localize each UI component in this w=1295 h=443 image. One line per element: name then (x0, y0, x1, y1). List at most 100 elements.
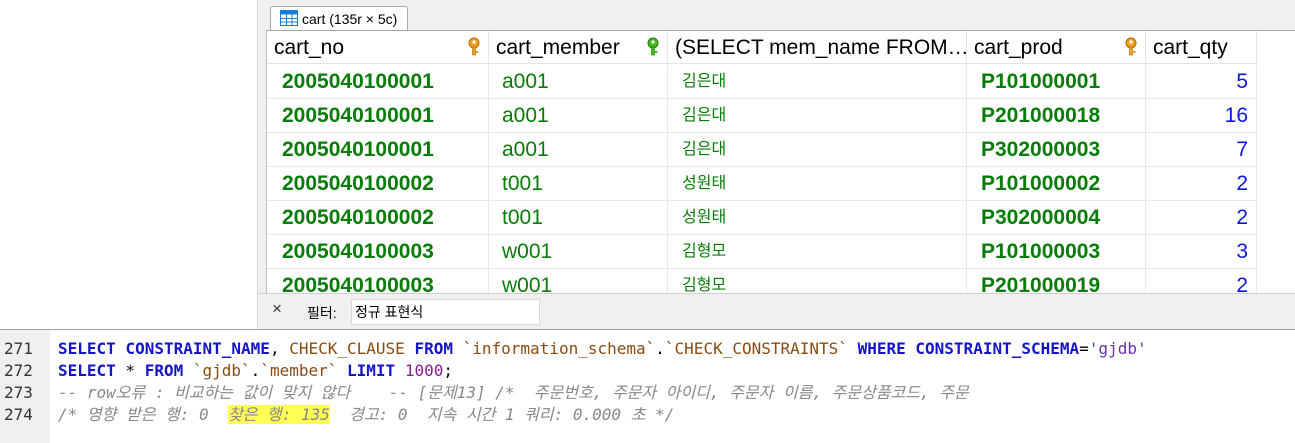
cell-cart-member[interactable]: w001 (489, 269, 668, 294)
column-header-cart-prod[interactable]: cart_prod (967, 31, 1146, 64)
cell-cart-qty[interactable]: 2 (1146, 201, 1257, 235)
cell-mem-name[interactable]: 김은대 (668, 65, 967, 99)
cell-cart-prod[interactable]: P101000002 (967, 167, 1146, 201)
column-header-label: cart_no (274, 36, 345, 59)
code-token: /* 영향 받은 행: 0 (58, 405, 228, 424)
line-number: 274 (4, 405, 33, 424)
code-line[interactable]: 274 /* 영향 받은 행: 0 찾은 행: 135 경고: 0 지속 시간 1… (0, 404, 1295, 426)
code-text: /* 영향 받은 행: 0 찾은 행: 135 경고: 0 지속 시간 1 쿼리… (58, 404, 674, 426)
filter-input[interactable] (351, 299, 540, 325)
code-token: `member` (260, 361, 338, 380)
column-header-label: cart_qty (1153, 36, 1228, 59)
cell-cart-no[interactable]: 2005040100001 (267, 65, 489, 99)
result-grid[interactable]: cart_no cart_member (SELECT mem_name FRO… (266, 30, 1295, 294)
close-filter-icon[interactable]: × (272, 299, 282, 319)
column-header-cart-qty[interactable]: cart_qty (1146, 31, 1257, 64)
cell-cart-member[interactable]: t001 (489, 167, 668, 201)
cell-cart-member[interactable]: w001 (489, 235, 668, 269)
code-token: 'gjdb' (1088, 339, 1147, 358)
highlighted-rows-found: 찾은 행: 135 (227, 405, 330, 424)
code-token: . (655, 339, 665, 358)
column-header-cart-member[interactable]: cart_member (489, 31, 668, 64)
code-line[interactable]: 271 SELECT CONSTRAINT_NAME, CHECK_CLAUSE … (0, 338, 1295, 360)
code-token: LIMIT (347, 361, 396, 380)
code-token: CONSTRAINT_NAME (125, 339, 270, 358)
code-line[interactable]: 273 -- row오류 : 비교하는 값이 맞지 않다 -- [문제13] /*… (0, 382, 1295, 404)
cell-cart-prod[interactable]: P302000004 (967, 201, 1146, 235)
code-token: FROM (144, 361, 184, 380)
cell-cart-prod[interactable]: P201000018 (967, 99, 1146, 133)
table-row[interactable]: 2005040100003 w001 김형모 P101000003 3 (267, 235, 1257, 269)
table-row[interactable]: 2005040100002 t001 성원태 P101000002 2 (267, 167, 1257, 201)
code-token: SELECT (58, 361, 116, 380)
code-token: `CHECK_CONSTRAINTS` (664, 339, 848, 358)
column-header-cart-no[interactable]: cart_no (267, 31, 489, 64)
tab-label: cart (135r × 5c) (302, 11, 398, 27)
cell-cart-no[interactable]: 2005040100002 (267, 167, 489, 201)
code-text: SELECT CONSTRAINT_NAME, CHECK_CLAUSE FRO… (58, 338, 1147, 360)
cell-mem-name[interactable]: 김형모 (668, 235, 967, 269)
cell-mem-name[interactable]: 김형모 (668, 269, 967, 294)
table-icon (280, 10, 298, 32)
column-header-label: cart_prod (974, 36, 1063, 59)
code-token: CONSTRAINT_SCHEMA (915, 339, 1080, 358)
code-token: `gjdb` (192, 361, 251, 380)
cell-cart-prod[interactable]: P201000019 (967, 269, 1146, 294)
cell-cart-no[interactable]: 2005040100001 (267, 133, 489, 167)
cell-cart-member[interactable]: t001 (489, 201, 668, 235)
cell-mem-name[interactable]: 성원태 (668, 201, 967, 235)
table-row[interactable]: 2005040100001 a001 김은대 P101000001 5 (267, 65, 1257, 99)
code-token: = (1079, 339, 1089, 358)
line-number: 273 (4, 383, 33, 402)
foreign-key-icon (645, 34, 661, 63)
cell-cart-qty[interactable]: 2 (1146, 167, 1257, 201)
cell-cart-member[interactable]: a001 (489, 99, 668, 133)
code-token: WHERE (857, 339, 906, 358)
code-token: CHECK_CLAUSE (289, 339, 405, 358)
code-token: , (269, 339, 290, 358)
cell-cart-qty[interactable]: 2 (1146, 269, 1257, 294)
cell-cart-qty[interactable]: 5 (1146, 65, 1257, 99)
cell-cart-qty[interactable]: 7 (1146, 133, 1257, 167)
cell-cart-no[interactable]: 2005040100001 (267, 99, 489, 133)
cell-cart-prod[interactable]: P101000001 (967, 65, 1146, 99)
code-line[interactable]: 272 SELECT * FROM `gjdb`.`member` LIMIT 1… (0, 360, 1295, 382)
cell-cart-qty[interactable]: 16 (1146, 99, 1257, 133)
table-row[interactable]: 2005040100003 w001 김형모 P201000019 2 (267, 269, 1257, 294)
table-row[interactable]: 2005040100001 a001 김은대 P302000003 7 (267, 133, 1257, 167)
tab-cart-result[interactable]: cart (135r × 5c) (270, 6, 408, 30)
sql-editor[interactable]: 271 SELECT CONSTRAINT_NAME, CHECK_CLAUSE … (0, 329, 1295, 443)
cell-cart-no[interactable]: 2005040100003 (267, 235, 489, 269)
table-row[interactable]: 2005040100002 t001 성원태 P302000004 2 (267, 201, 1257, 235)
table-row[interactable]: 2005040100001 a001 김은대 P201000018 16 (267, 99, 1257, 133)
code-token: `information_schema` (462, 339, 656, 358)
object-tree-pane (0, 0, 258, 328)
code-token: 1000 (404, 361, 444, 380)
code-text: -- row오류 : 비교하는 값이 맞지 않다 -- [문제13] /* 주문… (58, 382, 969, 404)
cell-mem-name[interactable]: 김은대 (668, 133, 967, 167)
cell-mem-name[interactable]: 성원태 (668, 167, 967, 201)
code-token: * (115, 361, 145, 380)
filter-label: 필터: (307, 305, 337, 321)
cell-cart-no[interactable]: 2005040100002 (267, 201, 489, 235)
cell-cart-prod[interactable]: P302000003 (967, 133, 1146, 167)
cell-cart-qty[interactable]: 3 (1146, 235, 1257, 269)
code-token: FROM (414, 339, 453, 358)
cell-cart-member[interactable]: a001 (489, 133, 668, 167)
filter-bar: × 필터: (258, 293, 1295, 329)
cell-cart-member[interactable]: a001 (489, 65, 668, 99)
column-header-mem-name-subquery[interactable]: (SELECT mem_name FROM… (668, 31, 967, 64)
primary-key-icon (1123, 34, 1139, 63)
cell-cart-prod[interactable]: P101000003 (967, 235, 1146, 269)
cell-mem-name[interactable]: 김은대 (668, 99, 967, 133)
line-number: 272 (4, 361, 33, 380)
code-token: -- row오류 : 비교하는 값이 맞지 않다 -- [문제13] /* 주문… (58, 383, 969, 402)
cell-cart-no[interactable]: 2005040100003 (267, 269, 489, 294)
